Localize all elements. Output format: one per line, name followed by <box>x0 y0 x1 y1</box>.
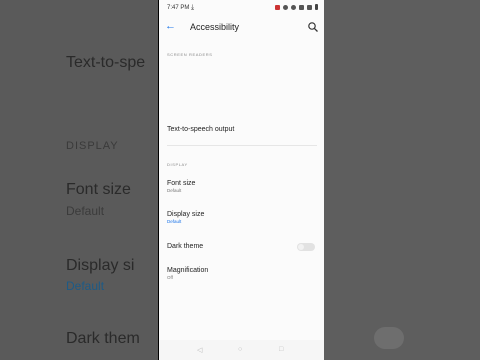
bg-display-size-value: Default <box>66 279 105 293</box>
recents-nav-icon[interactable]: □ <box>279 346 283 353</box>
status-icons <box>275 4 318 10</box>
status-time: 7:47 PM <box>167 5 190 11</box>
download-icon: ⤓ <box>191 4 195 11</box>
display-size-label: Display size <box>167 211 205 218</box>
tts-output-item[interactable]: Text-to-speech output <box>167 126 317 133</box>
back-arrow-icon[interactable]: ← <box>165 20 176 32</box>
bg-font-size-value: Default <box>66 204 105 218</box>
font-size-label: Font size <box>167 180 196 187</box>
signal-icon <box>299 4 304 10</box>
magnification-label: Magnification <box>167 267 209 274</box>
wifi-icon <box>307 4 312 10</box>
tts-output-label: Text-to-speech output <box>167 126 235 133</box>
page-title: Accessibility <box>190 22 240 32</box>
battery-icon <box>315 4 318 10</box>
section-header-screen-readers: SCREEN READERS <box>167 52 213 57</box>
bg-toggle-shape <box>374 327 404 349</box>
font-size-item[interactable]: Font size Default <box>167 180 317 193</box>
display-size-value: Default <box>167 219 182 224</box>
bg-dark-theme-label: Dark them <box>66 330 140 347</box>
media-icon <box>275 4 280 10</box>
magnification-value: Off <box>167 275 173 280</box>
font-size-value: Default <box>167 188 182 193</box>
dark-theme-item[interactable]: Dark theme <box>167 243 317 250</box>
navigation-bar: ◁ ○ □ <box>159 340 324 360</box>
sync-icon <box>291 4 296 10</box>
home-nav-icon[interactable]: ○ <box>238 346 242 353</box>
background-right-panel <box>324 0 480 360</box>
divider <box>167 145 317 146</box>
phone-screen: 7:47 PM ⤓ ← Accessibility SCREEN READERS… <box>159 0 324 360</box>
eye-icon <box>283 4 288 10</box>
bg-tts-label: Text-to-spe <box>66 54 146 71</box>
bg-display-header: DISPLAY <box>66 140 119 152</box>
display-size-item[interactable]: Display size Default <box>167 211 317 224</box>
magnification-item[interactable]: Magnification Off <box>167 267 317 280</box>
dark-theme-toggle[interactable] <box>297 243 315 251</box>
dark-theme-label: Dark theme <box>167 243 204 250</box>
section-header-display: DISPLAY <box>167 162 188 167</box>
search-icon[interactable] <box>307 21 319 33</box>
bg-display-size-label: Display si <box>66 257 135 274</box>
background-left-panel: Text-to-spe DISPLAY Font size Default Di… <box>0 0 158 360</box>
app-bar: ← Accessibility <box>159 16 324 40</box>
bg-font-size-label: Font size <box>66 181 131 198</box>
status-bar: 7:47 PM ⤓ <box>159 0 324 16</box>
back-nav-icon[interactable]: ◁ <box>197 346 202 354</box>
